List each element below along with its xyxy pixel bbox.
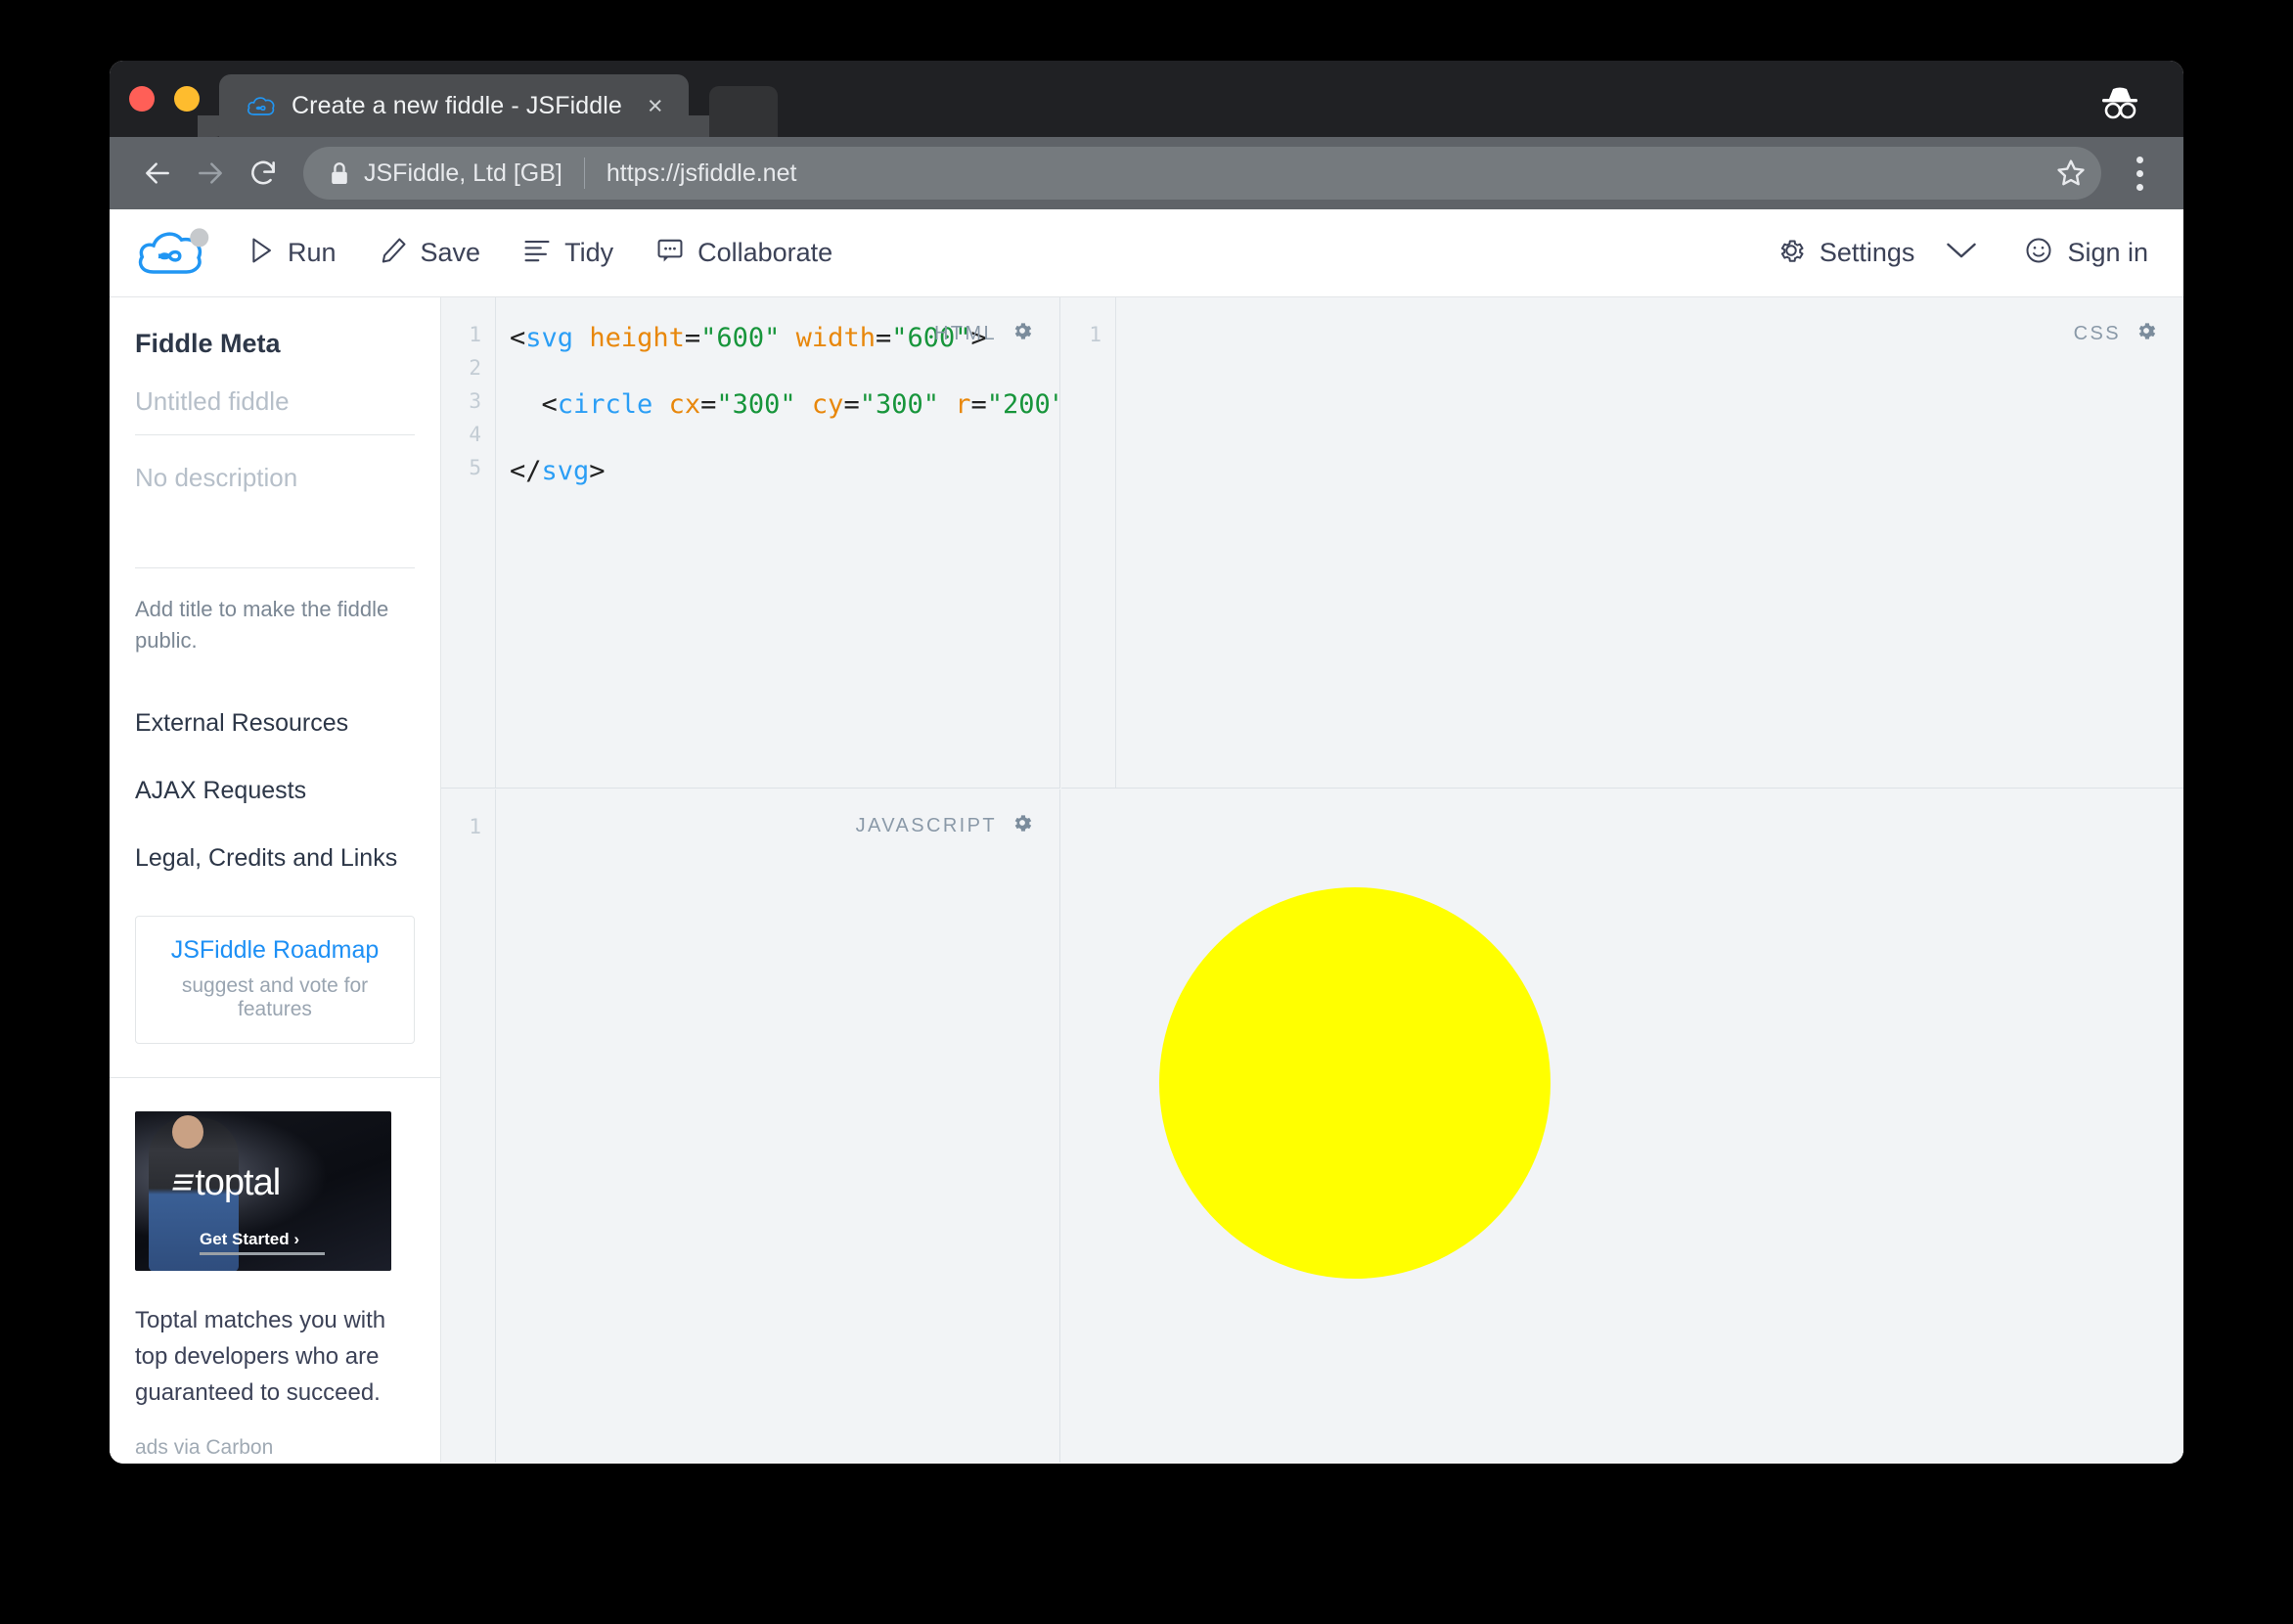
gear-icon[interactable] (2135, 319, 2158, 348)
javascript-pane-title: JAVASCRIPT (856, 815, 997, 837)
tidy-label: Tidy (564, 238, 613, 268)
gear-icon[interactable] (1011, 319, 1034, 348)
html-pane-title: HTML (934, 323, 997, 345)
result-yellow-circle (1159, 887, 1551, 1279)
browser-titlebar: Create a new fiddle - JSFiddle × (110, 61, 2183, 137)
settings-button[interactable]: Settings (1776, 236, 1978, 270)
appbar-right-actions: Settings Sign in (1776, 236, 2148, 270)
jsfiddle-cloud-favicon (247, 93, 276, 118)
ad-cta-label[interactable]: Get Started › (200, 1230, 299, 1249)
html-editor-pane[interactable]: HTML 12345 <svg height="600" width="600"… (441, 297, 1060, 789)
ad-description: Toptal matches you with top developers w… (135, 1302, 415, 1412)
roadmap-link[interactable]: JSFiddle Roadmap (146, 936, 404, 965)
sidebar-item-legal-credits-links[interactable]: Legal, Credits and Links (135, 825, 415, 892)
html-code-content[interactable]: <svg height="600" width="600"> <circle c… (496, 297, 1059, 788)
close-window-button[interactable] (129, 86, 155, 112)
security-origin-label: JSFiddle, Ltd [GB] (364, 159, 562, 188)
browser-window: Create a new fiddle - JSFiddle × (110, 61, 2183, 1464)
jsfiddle-logo[interactable] (135, 226, 209, 281)
javascript-line-numbers: 1 (441, 789, 496, 1463)
javascript-code-content[interactable] (496, 789, 1059, 1463)
star-icon[interactable] (2054, 157, 2088, 190)
carbon-ad[interactable]: ≡toptal Get Started › Toptal matches you… (135, 1078, 415, 1461)
lock-icon (329, 160, 350, 186)
reload-icon[interactable] (237, 147, 290, 200)
fiddle-description-input[interactable]: No description (135, 435, 415, 568)
incognito-icon (2090, 82, 2150, 121)
collaborate-label: Collaborate (697, 238, 832, 268)
html-line-numbers: 12345 (441, 297, 496, 788)
url-text: https://jsfiddle.net (607, 159, 797, 188)
browser-tab[interactable]: Create a new fiddle - JSFiddle × (219, 74, 689, 137)
roadmap-subtitle: suggest and vote for features (146, 974, 404, 1021)
page-title: Fiddle Meta (135, 329, 415, 359)
result-preview-pane[interactable] (1061, 789, 2183, 1463)
javascript-editor-pane[interactable]: JAVASCRIPT 1 (441, 789, 1060, 1463)
sidebar-item-external-resources[interactable]: External Resources (135, 690, 415, 757)
javascript-pane-label: JAVASCRIPT (856, 811, 1034, 840)
save-label: Save (421, 238, 481, 268)
new-tab-button[interactable] (709, 86, 778, 137)
toptal-logo: ≡toptal (172, 1162, 280, 1204)
smiley-face-icon (2024, 236, 2053, 270)
settings-label: Settings (1820, 238, 1915, 268)
kebab-menu-icon[interactable] (2117, 157, 2162, 191)
sidebar-item-ajax-requests[interactable]: AJAX Requests (135, 757, 415, 825)
ad-cta-arrow-icon: › (293, 1230, 299, 1248)
close-tab-icon[interactable]: × (648, 93, 663, 119)
css-editor-pane[interactable]: CSS 1 (1061, 297, 2183, 789)
css-pane-label: CSS (2074, 319, 2158, 348)
tab-title: Create a new fiddle - JSFiddle (292, 92, 622, 120)
gear-icon[interactable] (1011, 811, 1034, 840)
ad-image[interactable]: ≡toptal Get Started › (135, 1111, 391, 1271)
toptal-wordmark: toptal (195, 1162, 280, 1203)
toptal-mark: ≡ (167, 1162, 197, 1204)
ad-cta-text: Get Started (200, 1230, 290, 1248)
html-pane-label: HTML (934, 319, 1034, 348)
run-button[interactable]: Run (248, 237, 337, 269)
minimize-window-button[interactable] (174, 86, 200, 112)
collaborate-button[interactable]: Collaborate (656, 238, 832, 268)
ad-attribution[interactable]: ads via Carbon (135, 1436, 415, 1460)
fiddle-meta-sidebar: Fiddle Meta Untitled fiddle No descripti… (110, 297, 441, 1463)
tidy-button[interactable]: Tidy (523, 238, 613, 268)
fiddle-title-input[interactable]: Untitled fiddle (135, 359, 415, 435)
jsfiddle-appbar: Run Save Tidy (110, 209, 2183, 297)
jsfiddle-app: Run Save Tidy (110, 209, 2183, 1464)
public-hint-text: Add title to make the fiddle public. (135, 568, 415, 690)
editor-panes: HTML 12345 <svg height="600" width="600"… (441, 297, 2183, 1463)
roadmap-card[interactable]: JSFiddle Roadmap suggest and vote for fe… (135, 916, 415, 1044)
address-bar[interactable]: JSFiddle, Ltd [GB] https://jsfiddle.net (303, 147, 2101, 200)
appbar-actions: Run Save Tidy (248, 237, 832, 269)
css-pane-title: CSS (2074, 323, 2121, 345)
browser-toolbar: JSFiddle, Ltd [GB] https://jsfiddle.net (110, 137, 2183, 209)
css-code-content[interactable] (1116, 297, 2183, 788)
signin-label: Sign in (2067, 238, 2148, 268)
signin-button[interactable]: Sign in (2024, 236, 2148, 270)
run-label: Run (288, 238, 337, 268)
omnibox-divider (584, 158, 585, 189)
chevron-down-icon[interactable] (1946, 241, 1977, 265)
pencil-icon (380, 237, 407, 269)
ad-cta-underline (200, 1252, 325, 1255)
chat-bubble-icon (656, 238, 684, 268)
save-button[interactable]: Save (380, 237, 481, 269)
css-line-numbers: 1 (1061, 297, 1116, 788)
back-arrow-icon[interactable] (131, 147, 184, 200)
ad-person-head (172, 1115, 203, 1149)
play-icon (248, 237, 274, 269)
list-lines-icon (523, 238, 551, 268)
gear-icon (1776, 236, 1806, 270)
app-body: Fiddle Meta Untitled fiddle No descripti… (110, 297, 2183, 1463)
forward-arrow-icon[interactable] (184, 147, 237, 200)
